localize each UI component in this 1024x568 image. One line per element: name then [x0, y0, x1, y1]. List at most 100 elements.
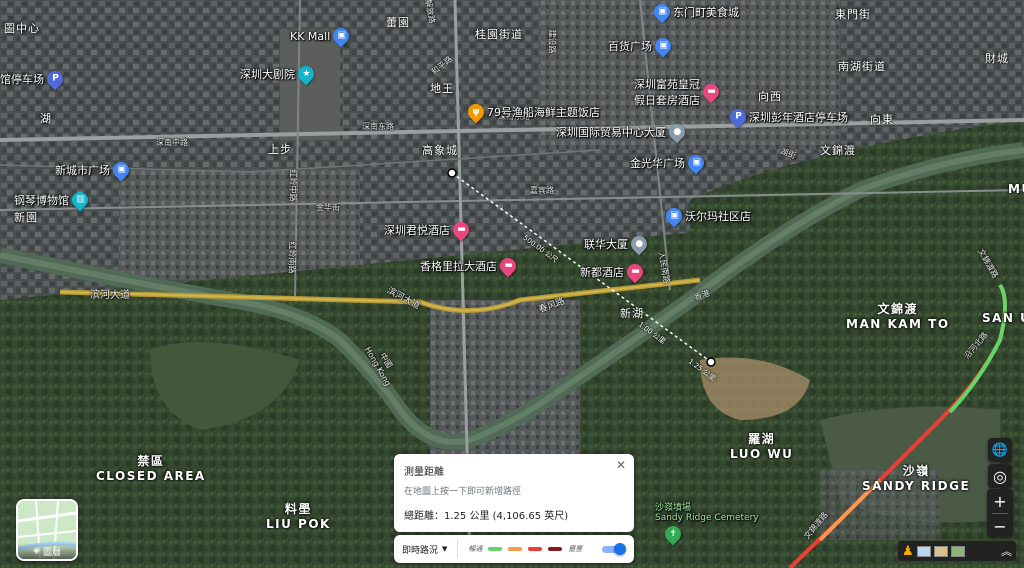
poi-label: 金光华广场 — [630, 157, 685, 170]
traffic-slow-label: 壅塞 — [568, 545, 583, 553]
measure-end-point — [706, 357, 716, 367]
area-label: 圖中心 — [4, 22, 40, 35]
poi-walmart[interactable]: ▣ 沃尔玛社区店 — [662, 204, 751, 228]
area-label: 湖 — [40, 112, 52, 125]
poi-xindu-hotel[interactable]: 新都酒店 ▬ — [580, 260, 647, 284]
poi-label: 新都酒店 — [580, 266, 624, 279]
area-label: SAN U — [982, 311, 1024, 325]
cemetery-icon: ✝ — [661, 522, 685, 546]
landmark-icon: ● — [627, 232, 651, 256]
area-label: 新園 — [14, 211, 38, 224]
pegman-icon[interactable]: ♟ — [902, 544, 914, 559]
road-label: 建设路 — [547, 29, 557, 54]
traffic-legend-swatch — [488, 547, 503, 551]
shopping-icon: ▣ — [651, 34, 675, 58]
parking-icon: P — [726, 105, 750, 129]
area-label: 財城 — [985, 52, 1009, 65]
poi-international-trade-center[interactable]: 深圳国际贸易中心大厦 ● — [556, 120, 689, 144]
layers-icon: ◈ — [33, 546, 40, 556]
poi-dongmen-food[interactable]: ▣ 东门町美食城 — [650, 0, 739, 24]
traffic-legend-swatch — [548, 547, 563, 551]
poi-crowne-plaza[interactable]: 深圳富苑皇冠 假日套房酒店 ▬ — [634, 76, 723, 108]
area-label: 地王 — [430, 82, 454, 95]
museum-icon: ▥ — [68, 188, 92, 212]
imagery-thumb[interactable] — [916, 545, 931, 557]
poi-piano-museum[interactable]: 钢琴博物馆 ▥ — [14, 188, 92, 212]
hotel-icon: ▬ — [496, 254, 520, 278]
close-icon[interactable]: ✕ — [614, 458, 628, 472]
my-location-button[interactable]: ◎ — [988, 464, 1012, 488]
area-label: 新湖 — [620, 307, 644, 320]
imagery-thumb[interactable] — [933, 545, 948, 557]
area-label: 上步 — [268, 143, 292, 156]
poi-seafood-restaurant[interactable]: ψ 79号渔船海鲜主题饭店 — [464, 100, 600, 124]
zoom-in-button[interactable]: + — [987, 489, 1013, 513]
layers-button[interactable]: ◈ 圖層 — [16, 499, 78, 561]
poi-new-city-plaza[interactable]: 新城市广场 ▣ — [55, 158, 133, 182]
poi-grand-hyatt[interactable]: 深圳君悦酒店 ▬ — [384, 218, 473, 242]
globe-view-button[interactable]: 🌐 — [988, 438, 1012, 462]
poi-label: 沙嶺墳場 Sandy Ridge Cemetery — [655, 503, 759, 523]
poi-pengnian-parking[interactable]: P 深圳彭年酒店停车场 — [726, 105, 848, 129]
hotel-icon: ▬ — [623, 260, 647, 284]
area-label: 向東 — [870, 113, 894, 126]
imagery-thumb[interactable] — [950, 545, 965, 557]
area-label: 東門街 — [835, 8, 871, 21]
traffic-fast-label: 暢通 — [468, 545, 483, 553]
divider — [457, 540, 459, 558]
area-label-luo-wu: 羅湖 LUO WU — [730, 432, 794, 461]
traffic-dropdown-label: 即時路況 — [402, 545, 439, 556]
area-label-sandy-ridge: 沙嶺 SANDY RIDGE — [862, 464, 971, 493]
poi-sandy-ridge-cemetery[interactable]: 沙嶺墳場 Sandy Ridge Cemetery ✝ — [655, 500, 759, 546]
measure-distance-card: 測量距離 在地圖上按一下即可新增路徑 總距離：1.25 公里 (4,106.65… — [394, 454, 634, 532]
poi-lianhua-building[interactable]: 联华大厦 ● — [584, 232, 651, 256]
hotel-icon: ▬ — [699, 80, 723, 104]
road-label: 红岭南路 — [287, 241, 297, 274]
poi-label: 馆停车场 — [0, 73, 44, 86]
poi-shangri-la[interactable]: 香格里拉大酒店 ▬ — [420, 254, 520, 278]
area-label-liu-pok: 料壆 LIU POK — [266, 502, 331, 531]
poi-jinguanghua-plaza[interactable]: 金光华广场 ▣ — [630, 151, 708, 175]
poi-label: 联华大厦 — [584, 238, 628, 251]
locate-icon: ◎ — [993, 466, 1007, 486]
poi-label: 香格里拉大酒店 — [420, 260, 497, 273]
area-label: 文錦渡 — [820, 144, 856, 157]
road-label: 嘉宾路 — [530, 186, 554, 195]
hotel-icon: ▬ — [449, 218, 473, 242]
globe-icon: 🌐 — [991, 442, 1009, 458]
poi-label: 深圳富苑皇冠 假日套房酒店 — [634, 78, 700, 107]
shopping-icon: ▣ — [109, 158, 133, 182]
area-label: 桂園街道 — [475, 28, 523, 41]
road-label: 红岭中路 — [288, 169, 298, 202]
poi-kk-mall[interactable]: KK Mall ▣ — [290, 24, 353, 48]
measure-card-hint: 在地圖上按一下即可新增路徑 — [404, 487, 522, 497]
poi-shenzhen-grand-theatre[interactable]: 深圳大剧院 ★ — [240, 62, 318, 86]
poi-parking-left[interactable]: 馆停车场 P — [0, 67, 67, 91]
layers-label-row: ◈ 圖層 — [18, 543, 76, 559]
layers-label: 圖層 — [42, 547, 61, 558]
road-label: 金华街 — [316, 203, 340, 212]
expand-icon[interactable]: ︽ — [1001, 543, 1012, 559]
shopping-icon: ▣ — [650, 0, 674, 24]
traffic-toggle[interactable] — [600, 543, 626, 555]
measure-start-point — [447, 168, 457, 178]
traffic-mode-dropdown[interactable]: 即時路況 ▼ — [402, 543, 447, 556]
poi-label: 东门町美食城 — [673, 6, 739, 19]
shopping-icon: ▣ — [684, 151, 708, 175]
zoom-out-button[interactable]: − — [987, 514, 1013, 538]
poi-label: 深圳君悦酒店 — [384, 224, 450, 237]
imagery-strip: ♟ ︽ — [898, 541, 1016, 561]
road-label: 滨河大道 — [90, 290, 130, 301]
poi-label: KK Mall — [290, 29, 331, 43]
poi-label: 深圳国际贸易中心大厦 — [556, 126, 666, 139]
poi-department-plaza[interactable]: 百货广场 ▣ — [608, 34, 675, 58]
poi-label: 沃尔玛社区店 — [685, 210, 751, 223]
area-label-closed-area: 禁區 CLOSED AREA — [96, 454, 206, 483]
parking-icon: P — [43, 67, 67, 91]
restaurant-icon: ψ — [464, 100, 488, 124]
poi-label: 深圳彭年酒店停车场 — [749, 111, 848, 124]
measure-total-distance: 總距離：1.25 公里 (4,106.65 英尺) — [404, 511, 569, 522]
area-label: 蕾園 — [386, 16, 410, 29]
shopping-icon: ▣ — [329, 24, 353, 48]
road-label: 深南中路 — [156, 138, 188, 147]
